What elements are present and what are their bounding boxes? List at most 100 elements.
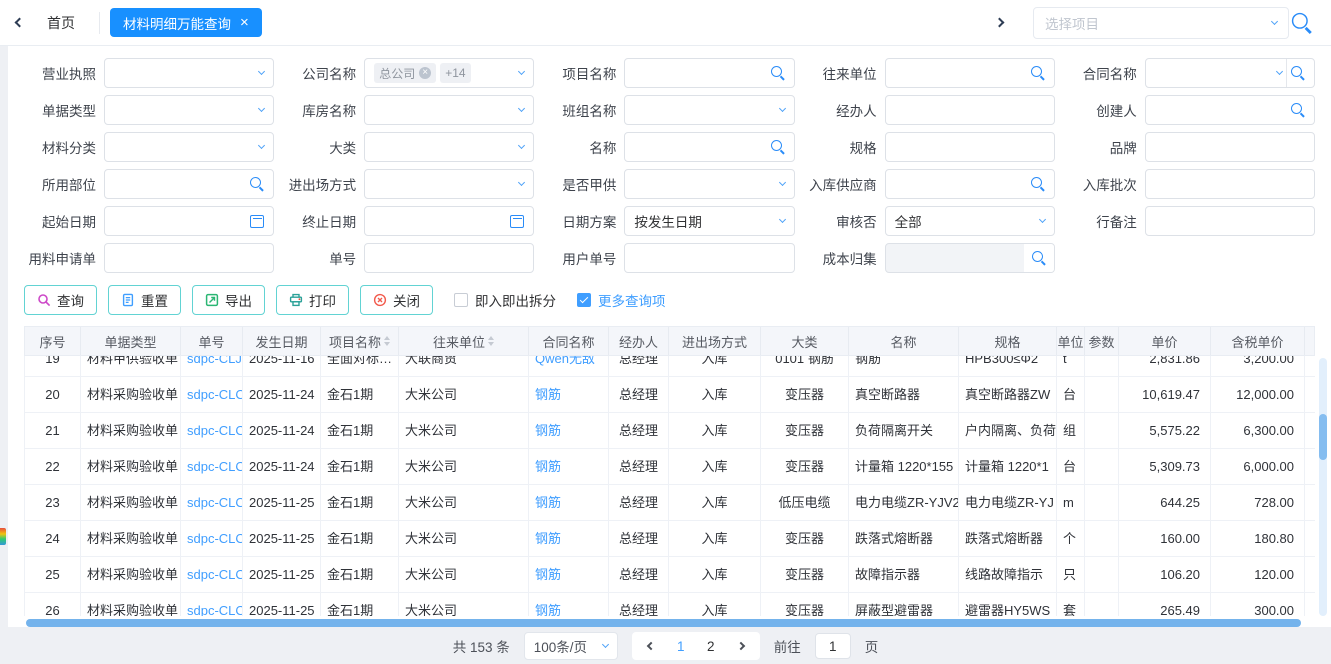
- page-size-select[interactable]: 100条/页: [524, 632, 618, 660]
- link-cell[interactable]: 钢筋: [529, 557, 609, 593]
- company-tag[interactable]: +14: [440, 63, 470, 83]
- table-row[interactable]: 19材料甲供验收单sdpc-CLJ02025-11-16全面对标…大联商贸Qwe…: [25, 356, 1315, 377]
- sort-icons[interactable]: [488, 336, 494, 346]
- more-filters-checkbox[interactable]: [577, 293, 591, 307]
- column-header[interactable]: 名称: [849, 327, 959, 355]
- chevron-down-icon[interactable]: [518, 68, 525, 75]
- filter-select-field[interactable]: 按发生日期: [624, 206, 794, 236]
- vertical-scrollbar-thumb[interactable]: [1319, 414, 1327, 460]
- table-row[interactable]: 20材料采购验收单sdpc-CLC02025-11-24金石1期大米公司钢筋总经…: [25, 377, 1315, 413]
- tab-close-icon[interactable]: ×: [240, 15, 249, 30]
- filter-select-field[interactable]: 全部: [885, 206, 1055, 236]
- filter-search-field[interactable]: [885, 58, 1055, 88]
- filter-select-field[interactable]: [104, 95, 274, 125]
- filter-input-field[interactable]: [104, 243, 274, 273]
- column-header[interactable]: 单位: [1057, 327, 1085, 355]
- close-button[interactable]: 关闭: [360, 285, 433, 315]
- search-icon[interactable]: [1291, 66, 1305, 80]
- chevron-down-icon[interactable]: [1271, 17, 1278, 24]
- column-header[interactable]: 进出场方式: [669, 327, 761, 355]
- filter-input-field[interactable]: [885, 132, 1055, 162]
- filter-search-field[interactable]: [104, 169, 274, 199]
- filter-search-field[interactable]: [885, 243, 1055, 273]
- chevron-down-icon[interactable]: [779, 179, 786, 186]
- prev-page-button[interactable]: [636, 643, 666, 649]
- chevron-down-icon[interactable]: [518, 179, 525, 186]
- link-cell[interactable]: sdpc-CLC0: [181, 413, 243, 449]
- table-row[interactable]: 25材料采购验收单sdpc-CLC02025-11-25金石1期大米公司钢筋总经…: [25, 557, 1315, 593]
- tab-home[interactable]: 首页: [47, 13, 75, 33]
- nav-forward-icon[interactable]: [995, 18, 1005, 28]
- chevron-down-icon[interactable]: [518, 105, 525, 112]
- link-cell[interactable]: sdpc-CLC0: [181, 377, 243, 413]
- link-cell[interactable]: sdpc-CLJ0: [181, 356, 243, 377]
- link-cell[interactable]: 钢筋: [529, 521, 609, 557]
- link-cell[interactable]: 钢筋: [529, 485, 609, 521]
- page-number-1[interactable]: 1: [666, 639, 696, 654]
- chevron-down-icon[interactable]: [258, 68, 265, 75]
- filter-tags-field[interactable]: 总公司×+14: [364, 58, 534, 88]
- split-checkbox[interactable]: [454, 293, 468, 307]
- next-page-button[interactable]: [726, 643, 756, 649]
- search-icon[interactable]: [250, 177, 264, 191]
- column-header[interactable]: 序号: [25, 327, 81, 355]
- column-header[interactable]: 规格: [959, 327, 1057, 355]
- goto-page-input[interactable]: [815, 633, 851, 659]
- search-icon[interactable]: [771, 66, 785, 80]
- filter-select-field[interactable]: [624, 95, 794, 125]
- column-header[interactable]: 单号: [181, 327, 243, 355]
- filter-search-field[interactable]: [885, 169, 1055, 199]
- chevron-down-icon[interactable]: [1039, 216, 1046, 223]
- search-icon[interactable]: [1031, 66, 1045, 80]
- filter-select-field[interactable]: [624, 169, 794, 199]
- column-header[interactable]: 单价: [1119, 327, 1211, 355]
- filter-input-field[interactable]: [364, 243, 534, 273]
- print-button[interactable]: 打印: [276, 285, 349, 315]
- sort-icons[interactable]: [384, 336, 390, 346]
- filter-input-field[interactable]: [885, 95, 1055, 125]
- column-header[interactable]: 项目名称: [321, 327, 399, 355]
- column-header[interactable]: 发生日期: [243, 327, 321, 355]
- table-row[interactable]: 24材料采购验收单sdpc-CLC02025-11-25金石1期大米公司钢筋总经…: [25, 521, 1315, 557]
- filter-input-field[interactable]: [1145, 206, 1315, 236]
- calendar-icon[interactable]: [250, 215, 264, 228]
- vertical-scrollbar[interactable]: [1319, 358, 1327, 616]
- filter-search-field[interactable]: [624, 58, 794, 88]
- filter-select-field[interactable]: [364, 132, 534, 162]
- page-number-2[interactable]: 2: [696, 639, 726, 654]
- table-row[interactable]: 22材料采购验收单sdpc-CLC02025-11-24金石1期大米公司钢筋总经…: [25, 449, 1315, 485]
- filter-date-field[interactable]: [364, 206, 534, 236]
- chevron-down-icon[interactable]: [779, 216, 786, 223]
- filter-input-field[interactable]: [1145, 132, 1315, 162]
- link-cell[interactable]: 钢筋: [529, 413, 609, 449]
- horizontal-scrollbar[interactable]: [24, 619, 1315, 627]
- link-cell[interactable]: Qwen无敌: [529, 356, 609, 377]
- link-cell[interactable]: sdpc-CLC0: [181, 521, 243, 557]
- search-icon[interactable]: [1032, 251, 1046, 265]
- filter-select-field[interactable]: [364, 169, 534, 199]
- chevron-down-icon[interactable]: [602, 641, 609, 648]
- horizontal-scrollbar-thumb[interactable]: [26, 619, 1301, 627]
- project-search-icon[interactable]: [1292, 12, 1312, 32]
- link-cell[interactable]: 钢筋: [529, 449, 609, 485]
- column-header[interactable]: 单据类型: [81, 327, 181, 355]
- column-header[interactable]: 合同名称: [529, 327, 609, 355]
- table-row[interactable]: 26材料采购验收单sdpc-CLC02025-11-25金石1期大米公司钢筋总经…: [25, 593, 1315, 616]
- export-button[interactable]: 导出: [192, 285, 265, 315]
- calendar-icon[interactable]: [510, 215, 524, 228]
- chevron-down-icon[interactable]: [258, 105, 265, 112]
- link-cell[interactable]: sdpc-CLC0: [181, 485, 243, 521]
- link-cell[interactable]: 钢筋: [529, 377, 609, 413]
- chevron-down-icon[interactable]: [258, 142, 265, 149]
- reset-button[interactable]: 重置: [108, 285, 181, 315]
- column-header[interactable]: 参数: [1085, 327, 1119, 355]
- table-row[interactable]: 23材料采购验收单sdpc-CLC02025-11-25金石1期大米公司钢筋总经…: [25, 485, 1315, 521]
- column-header[interactable]: 大类: [761, 327, 849, 355]
- filter-search-field[interactable]: [1145, 95, 1315, 125]
- filter-search-field[interactable]: [624, 132, 794, 162]
- chevron-down-icon[interactable]: [518, 142, 525, 149]
- filter-select-field[interactable]: [104, 132, 274, 162]
- tag-close-icon[interactable]: ×: [419, 67, 431, 79]
- link-cell[interactable]: 钢筋: [529, 593, 609, 616]
- search-icon[interactable]: [1291, 103, 1305, 117]
